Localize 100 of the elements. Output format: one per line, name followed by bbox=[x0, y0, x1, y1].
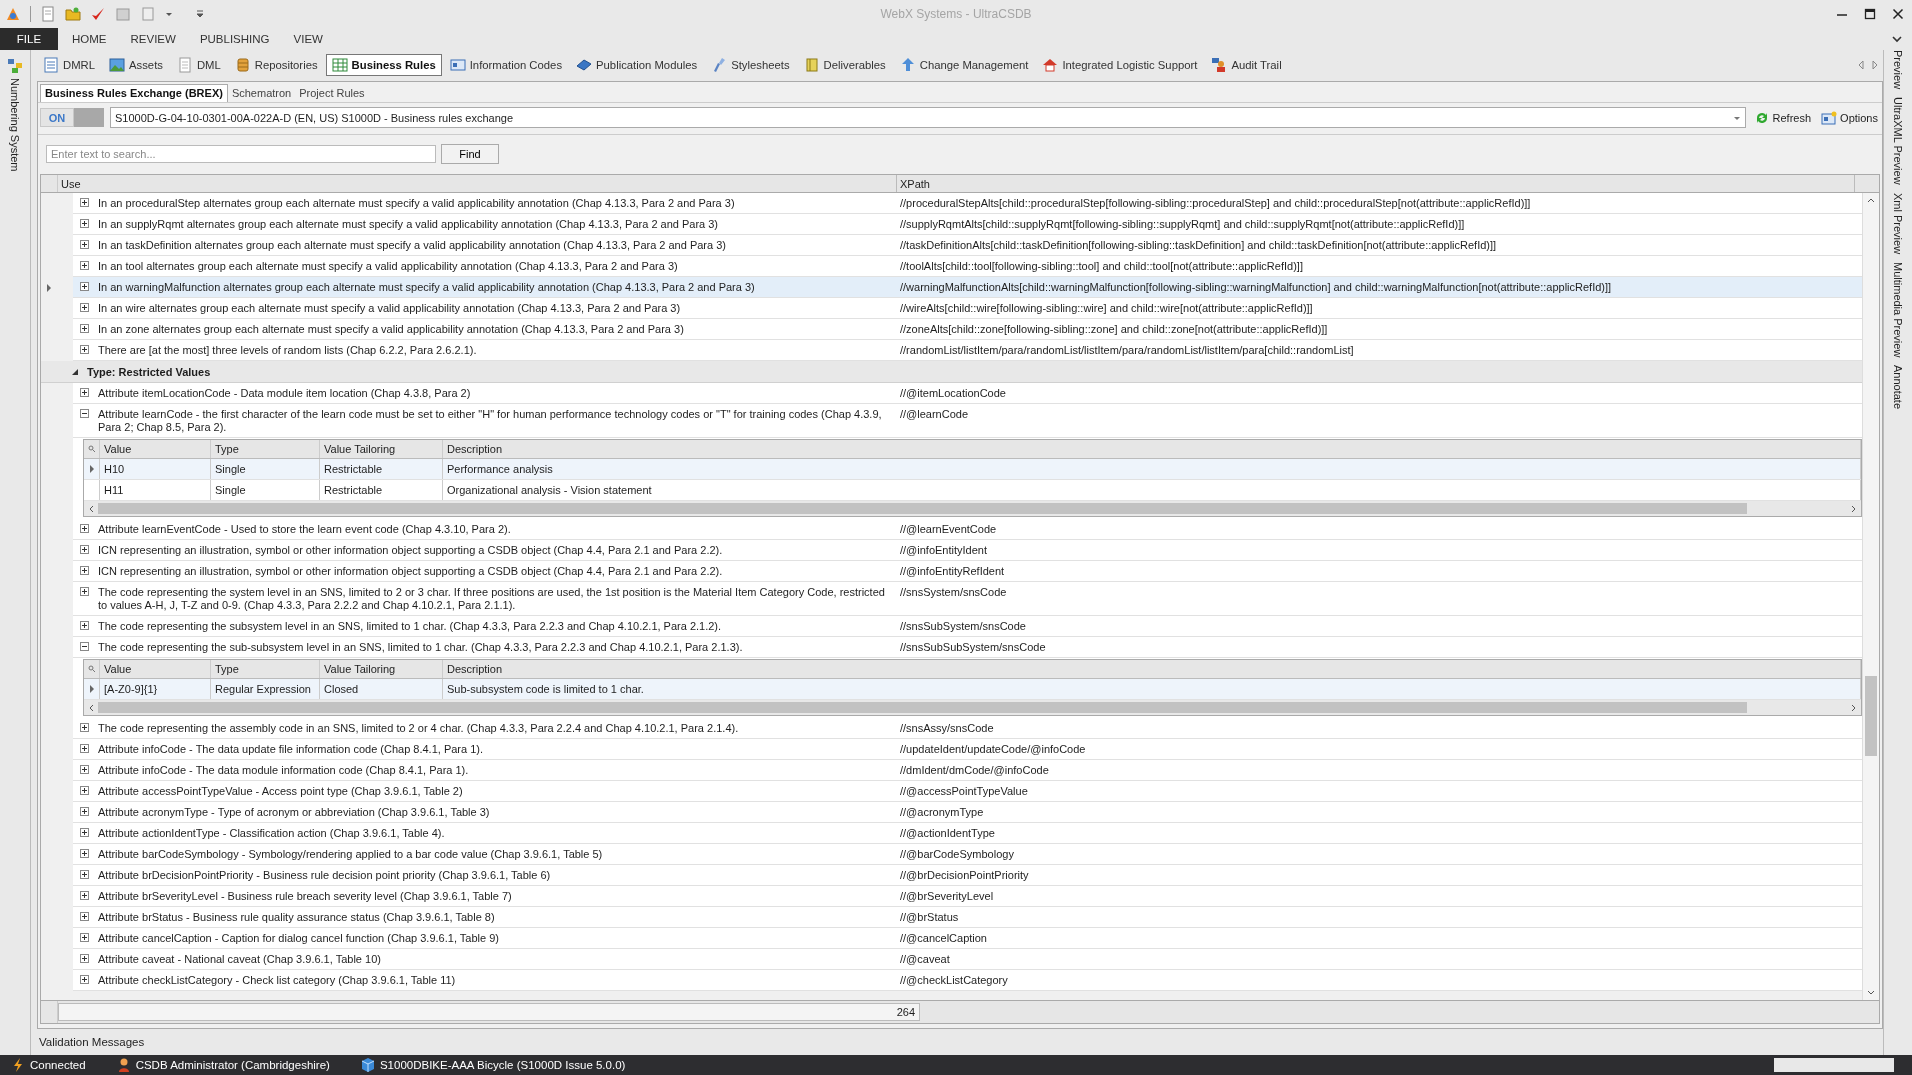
side-panel-tab[interactable]: Multimedia Preview bbox=[1892, 261, 1904, 358]
expand-icon[interactable] bbox=[79, 828, 89, 837]
document-dropdown[interactable]: S1000D-G-04-10-0301-00A-022A-D (EN, US) S1000D - Business rules exchange bbox=[110, 107, 1746, 128]
ribbon-tab[interactable]: VIEW bbox=[281, 28, 335, 50]
clipboard-icon[interactable] bbox=[115, 6, 131, 22]
expand-icon[interactable] bbox=[79, 765, 89, 774]
scroll-right-icon[interactable] bbox=[1871, 60, 1879, 70]
group-row[interactable]: Type: Restricted Values bbox=[41, 361, 1862, 383]
expand-icon[interactable] bbox=[79, 912, 89, 921]
maximize-icon[interactable] bbox=[1864, 8, 1876, 20]
expand-icon[interactable] bbox=[79, 849, 89, 858]
file-menu[interactable]: FILE bbox=[0, 28, 58, 50]
table-row[interactable] bbox=[73, 404, 1862, 438]
panel-tab[interactable]: Validation Messages bbox=[39, 1036, 145, 1048]
ribbon-tab[interactable]: HOME bbox=[60, 28, 119, 50]
column-header[interactable]: Type bbox=[211, 660, 320, 678]
expand-icon[interactable] bbox=[79, 345, 89, 354]
expand-icon[interactable] bbox=[79, 786, 89, 795]
scrollbar-thumb[interactable] bbox=[98, 702, 1747, 713]
sub-tab[interactable]: Business Rules Exchange (BREX) bbox=[40, 84, 228, 102]
module-tab[interactable]: Integrated Logistic Support bbox=[1036, 54, 1204, 76]
column-header[interactable]: Type bbox=[211, 440, 320, 458]
table-row[interactable]: There are [at the most] three levels of random lists (Chap 6.2.2, Para 2.6.2.1). //randomList/listItem/para/randomList/listItem/para/randomList/listItem/para[child::randomList] bbox=[73, 340, 1862, 361]
column-header[interactable]: Value bbox=[100, 660, 211, 678]
search-field[interactable]: Enter text to search... bbox=[46, 145, 436, 163]
collapse-icon[interactable] bbox=[71, 367, 79, 376]
table-row[interactable] bbox=[73, 582, 1862, 616]
collapse-icon[interactable] bbox=[79, 409, 89, 418]
table-row[interactable]: The code representing the subsystem level in an SNS, limited to 1 char. (Chap 4.3.3, Para 2.2.3 and Chap 4.10.2.1, Para 2.1.2). //snsSubSystem/snsCode bbox=[73, 616, 1862, 637]
module-tab[interactable]: Change Management bbox=[893, 54, 1035, 76]
expand-icon[interactable] bbox=[79, 219, 89, 228]
find-button[interactable]: Find bbox=[441, 144, 499, 164]
close-icon[interactable] bbox=[1892, 8, 1904, 20]
options-button[interactable]: Options bbox=[1819, 109, 1880, 126]
side-panel-tab[interactable]: Preview bbox=[1892, 50, 1904, 90]
search-icon[interactable] bbox=[87, 445, 96, 453]
table-row[interactable]: Attribute learnEventCode - Used to store the learn event code (Chap 4.3.10, Para 2). //@learnEventCode bbox=[73, 519, 1862, 540]
side-panel-tab[interactable]: Numbering System bbox=[9, 78, 21, 172]
module-tab[interactable]: Stylesheets bbox=[705, 54, 796, 76]
column-header[interactable]: Value Tailoring bbox=[320, 440, 443, 458]
expand-icon[interactable] bbox=[79, 524, 89, 533]
module-tab[interactable]: Assets bbox=[103, 54, 169, 76]
expand-icon[interactable] bbox=[79, 621, 89, 630]
customize-icon[interactable] bbox=[196, 10, 204, 18]
table-row[interactable]: Attribute acronymType - Type of acronym or abbreviation (Chap 3.9.6.1, Table 3) //@acronymType bbox=[73, 802, 1862, 823]
scroll-left-icon[interactable] bbox=[88, 703, 94, 712]
expand-icon[interactable] bbox=[79, 975, 89, 984]
table-row[interactable]: The code representing the assembly code in an SNS, limited to 2 or 4 char. (Chap 4.3.3, Para 2.2.4 and Chap 4.10.2.1, Para 2.1.4). //snsAssy/snsCode bbox=[73, 718, 1862, 739]
expand-icon[interactable] bbox=[79, 807, 89, 816]
side-panel-tab[interactable]: Annotate bbox=[1892, 365, 1904, 410]
column-header[interactable]: Value Tailoring bbox=[320, 660, 443, 678]
table-row[interactable]: ICN representing an illustration, symbol or other information object supporting a CSDB object (Chap 4.4, Para 2.1 and Para 2.2). //@infoEntityIdent bbox=[73, 540, 1862, 561]
expand-icon[interactable] bbox=[79, 303, 89, 312]
table-row[interactable] bbox=[73, 298, 1862, 319]
module-tab[interactable]: Information Codes bbox=[443, 54, 569, 76]
sub-tab[interactable]: Project Rules bbox=[295, 85, 369, 102]
table-row[interactable] bbox=[73, 277, 1862, 298]
table-row[interactable]: Attribute actionIdentType - Classification action (Chap 3.9.6.1, Table 4). //@actionIdentType bbox=[73, 823, 1862, 844]
module-tab[interactable]: Repositories bbox=[228, 54, 324, 76]
expand-icon[interactable] bbox=[79, 933, 89, 942]
expand-icon[interactable] bbox=[79, 324, 89, 333]
scroll-right-icon[interactable] bbox=[1851, 703, 1857, 712]
expand-icon[interactable] bbox=[79, 744, 89, 753]
expand-icon[interactable] bbox=[79, 723, 89, 732]
module-tab[interactable]: Publication Modules bbox=[570, 54, 704, 76]
column-header[interactable]: Description bbox=[443, 660, 1861, 678]
table-row[interactable]: ICN representing an illustration, symbol or other information object supporting a CSDB object (Chap 4.4, Para 2.1 and Para 2.2). //@infoEntityRefIdent bbox=[73, 561, 1862, 582]
table-row[interactable]: Attribute brDecisionPointPriority - Business rule decision point priority (Chap 3.9.6.1, Table 6) //@brDecisionPointPriority bbox=[73, 865, 1862, 886]
table-row[interactable]: Attribute brSeverityLevel - Business rule breach severity level (Chap 3.9.6.1, Table 7) //@brSeverityLevel bbox=[73, 886, 1862, 907]
table-row[interactable]: H11 Single Restrictable Organizational analysis - Vision statement bbox=[84, 480, 1861, 501]
table-row[interactable] bbox=[73, 193, 1862, 214]
column-header[interactable]: Use bbox=[58, 175, 897, 192]
expand-icon[interactable] bbox=[79, 198, 89, 207]
column-header[interactable]: XPath bbox=[897, 175, 1855, 192]
module-tab[interactable]: Business Rules bbox=[325, 54, 442, 76]
table-row[interactable]: [A-Z0-9]{1} Regular Expression Closed Sub-subsystem code is limited to 1 char. bbox=[84, 679, 1861, 700]
side-panel-tab[interactable]: UltraXML Preview bbox=[1892, 97, 1904, 185]
table-row[interactable]: Attribute accessPointTypeValue - Access point type (Chap 3.9.6.1, Table 2) //@accessPointTypeValue bbox=[73, 781, 1862, 802]
table-row[interactable]: Attribute cancelCaption - Caption for dialog cancel function (Chap 3.9.6.1, Table 9) //@cancelCaption bbox=[73, 928, 1862, 949]
sub-tab[interactable]: Schematron bbox=[227, 85, 296, 102]
expand-icon[interactable] bbox=[79, 587, 89, 596]
expand-icon[interactable] bbox=[79, 870, 89, 879]
table-row[interactable] bbox=[73, 235, 1862, 256]
module-tab[interactable]: DML bbox=[170, 54, 227, 76]
expand-icon[interactable] bbox=[79, 388, 89, 397]
expand-icon[interactable] bbox=[79, 566, 89, 575]
scroll-right-icon[interactable] bbox=[1851, 504, 1857, 513]
scrollbar-thumb[interactable] bbox=[98, 503, 1747, 514]
column-header[interactable]: Value bbox=[100, 440, 211, 458]
collapse-icon[interactable] bbox=[79, 642, 89, 651]
module-tab[interactable]: Audit Trail bbox=[1205, 54, 1288, 76]
module-tab[interactable]: Deliverables bbox=[797, 54, 892, 76]
refresh-button[interactable]: Refresh bbox=[1751, 109, 1814, 126]
expand-icon[interactable] bbox=[79, 261, 89, 270]
scroll-left-icon[interactable] bbox=[88, 504, 94, 513]
expand-icon[interactable] bbox=[79, 240, 89, 249]
expand-icon[interactable] bbox=[79, 954, 89, 963]
table-row[interactable]: The code representing the sub-subsystem level in an SNS, limited to 1 char. (Chap 4.3.3, Para 2.2.3 and Chap 4.10.2.1, Para 2.1.3). //snsSubSubSystem/snsCode bbox=[73, 637, 1862, 658]
table-row[interactable]: Attribute barCodeSymbology - Symbology/rendering applied to a bar code value (Chap 3.9.6.1, Table 5) //@barCodeSymbology bbox=[73, 844, 1862, 865]
horizontal-scrollbar[interactable] bbox=[84, 501, 1861, 516]
